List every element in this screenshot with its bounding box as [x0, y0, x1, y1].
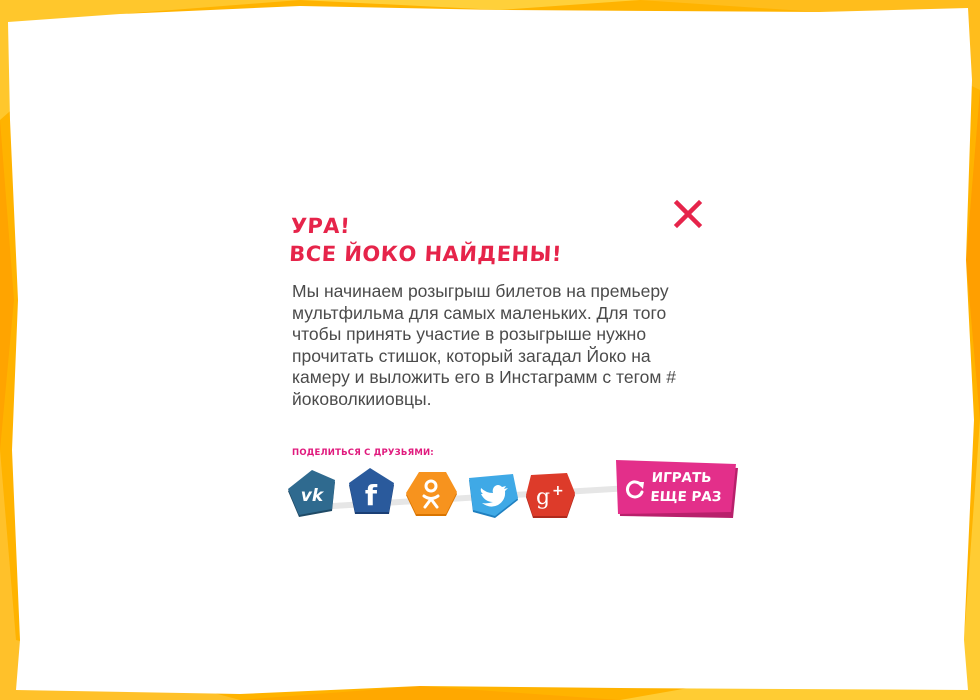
share-vk-button[interactable]: vk — [285, 469, 339, 521]
vk-icon: vk — [301, 486, 325, 506]
close-icon — [673, 199, 703, 229]
close-button[interactable] — [672, 198, 704, 230]
title-line-1: УРА! — [290, 214, 351, 238]
share-google-plus-button[interactable]: g + — [523, 471, 577, 523]
play-again-label: ИГРАТЬ ЕЩЕ РАЗ — [650, 469, 735, 507]
svg-text:vk: vk — [301, 486, 325, 506]
svg-text:g: g — [536, 485, 550, 510]
dialog-description: Мы начинаем розыгрыш билетов на премьеру… — [292, 281, 676, 409]
facebook-icon: f — [365, 479, 378, 512]
share-odnoklassniki-button[interactable] — [404, 469, 458, 521]
refresh-icon — [626, 480, 644, 499]
svg-text:f: f — [365, 479, 378, 512]
title-line-2: ВСЕ ЙОКО НАЙДЕНЫ! — [288, 242, 563, 266]
play-again-line-2: ЕЩЕ РАЗ — [649, 489, 722, 505]
share-twitter-button[interactable] — [465, 472, 519, 524]
play-again-button[interactable]: ИГРАТЬ ЕЩЕ РАЗ — [614, 460, 738, 518]
dialog-title: УРА! ВСЕ ЙОКО НАЙДЕНЫ! — [289, 212, 565, 268]
share-facebook-button[interactable]: f — [345, 467, 399, 519]
play-again-line-1: ИГРАТЬ — [651, 470, 713, 486]
share-label: ПОДЕЛИТЬСЯ С ДРУЗЬЯМИ: — [292, 448, 434, 458]
svg-text:+: + — [552, 483, 564, 499]
